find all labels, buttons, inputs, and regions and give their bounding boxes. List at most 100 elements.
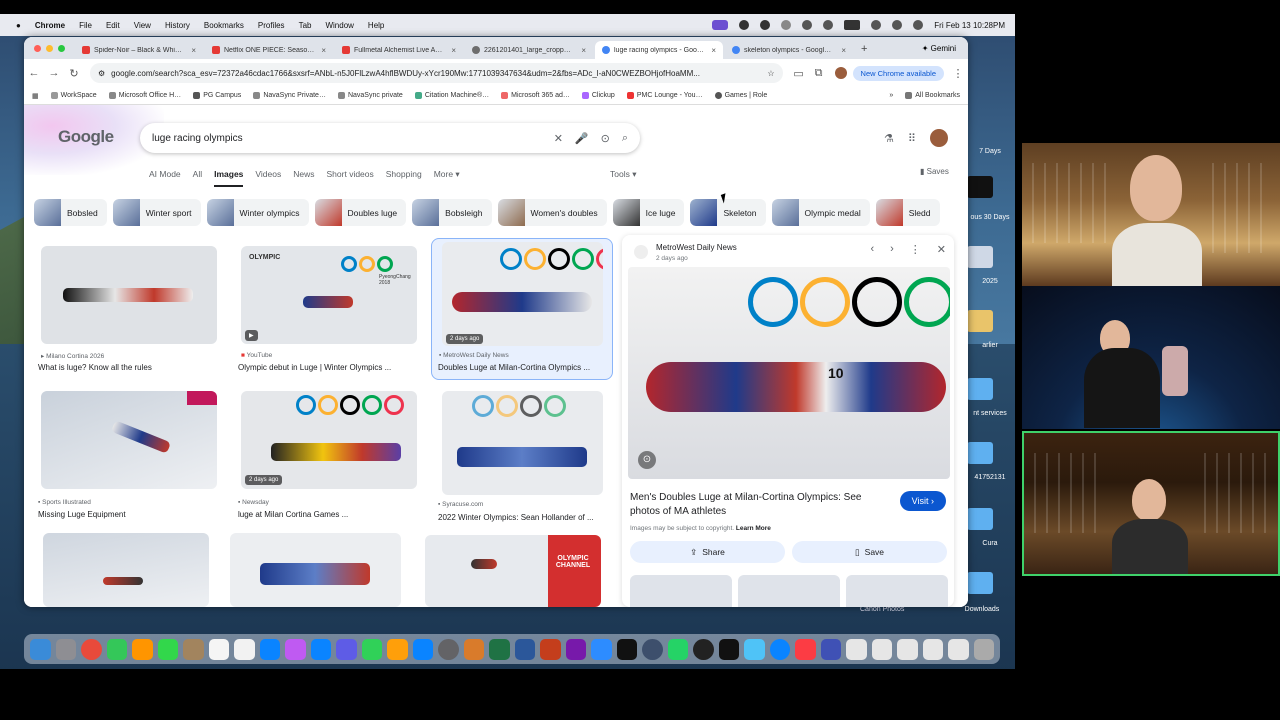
tab-image-file[interactable]: 2261201401_large_cropp… ×: [465, 41, 593, 59]
result-title[interactable]: 2022 Winter Olympics: Sean Hollander of …: [438, 513, 618, 522]
app-store-icon[interactable]: [412, 638, 433, 660]
menu-profiles[interactable]: Profiles: [258, 21, 285, 30]
tab-fullmetal[interactable]: Fullmetal Alchemist Live A… ×: [335, 41, 463, 59]
related-image[interactable]: [738, 575, 840, 607]
messages-icon[interactable]: [106, 638, 127, 660]
pages-icon[interactable]: [387, 638, 408, 660]
tools-button[interactable]: Tools ▾: [610, 169, 636, 180]
finder-icon[interactable]: [30, 638, 51, 660]
moon-icon[interactable]: [781, 20, 792, 30]
result-source[interactable]: ▪ MetroWest Daily News: [439, 352, 509, 359]
chatgpt-dock-icon[interactable]: [693, 638, 714, 660]
photos-icon[interactable]: [132, 638, 153, 660]
chatgpt-icon[interactable]: [760, 20, 771, 30]
reload-icon[interactable]: ↻: [64, 67, 84, 80]
tab-skeleton-search[interactable]: skeleton olympics - Googl… ×: [725, 41, 853, 59]
menu-tab[interactable]: Tab: [299, 21, 312, 30]
result-source[interactable]: ▪ Newsday: [238, 499, 269, 506]
desktop-label[interactable]: 41752131: [965, 474, 1015, 481]
system-icon[interactable]: [769, 638, 790, 660]
new-tab-button[interactable]: +: [855, 39, 873, 59]
chip-doubles-luge[interactable]: Doubles luge: [314, 199, 407, 226]
related-image[interactable]: [846, 575, 948, 607]
learn-more-link[interactable]: Learn More: [736, 525, 771, 532]
folder-icon[interactable]: [967, 508, 993, 530]
screen-share-icon[interactable]: [712, 20, 729, 30]
books-icon[interactable]: [463, 638, 484, 660]
close-tab-icon[interactable]: ×: [191, 46, 196, 55]
apple-icon[interactable]: ●: [16, 21, 21, 30]
podcasts-icon[interactable]: [285, 638, 306, 660]
result-image[interactable]: [230, 533, 401, 607]
tab-spider-noir[interactable]: Spider-Noir – Black & Whi… ×: [75, 41, 203, 59]
recent-document-icon[interactable]: [846, 638, 867, 660]
bookmark-citation-machine[interactable]: Citation Machine®…: [414, 92, 489, 99]
battery-icon[interactable]: [844, 20, 861, 30]
excel-icon[interactable]: [489, 638, 510, 660]
bookmark-office[interactable]: Microsoft Office H…: [108, 92, 181, 99]
result-image[interactable]: OLYMPIC PyeongChang 2018 ▶: [241, 246, 417, 344]
search-box[interactable]: luge racing olympics ✕ 🎤 ⊙ ⌕: [140, 123, 640, 153]
previous-image-icon[interactable]: ‹: [870, 243, 874, 256]
close-preview-icon[interactable]: ✕: [937, 243, 946, 256]
more-options-icon[interactable]: ⋮: [910, 243, 921, 256]
play-icon[interactable]: [823, 20, 834, 30]
chip-bobsled[interactable]: Bobsled: [34, 199, 107, 226]
numbers-icon[interactable]: [361, 638, 382, 660]
tab-all[interactable]: All: [193, 169, 202, 187]
result-image[interactable]: [43, 533, 209, 607]
close-tab-icon[interactable]: ×: [451, 46, 456, 55]
preview-source[interactable]: MetroWest Daily News: [656, 243, 737, 252]
result-image[interactable]: [41, 246, 217, 344]
participant-video-active-speaker[interactable]: [1022, 431, 1280, 576]
tab-ai-mode[interactable]: AI Mode: [149, 169, 181, 187]
safari-icon[interactable]: [642, 638, 663, 660]
minimize-window-button[interactable]: [46, 44, 53, 52]
bookmark-games-role[interactable]: Games | Role: [714, 92, 767, 99]
labs-flask-icon[interactable]: ⚗: [884, 132, 894, 145]
settings-icon[interactable]: [438, 638, 459, 660]
desktop-label[interactable]: 7 Days: [965, 148, 1015, 155]
close-tab-icon[interactable]: ×: [581, 46, 586, 55]
result-title[interactable]: Missing Luge Equipment: [38, 510, 218, 519]
clear-search-icon[interactable]: ✕: [554, 132, 563, 145]
menu-bookmarks[interactable]: Bookmarks: [204, 21, 244, 30]
chip-womens-doubles[interactable]: Women's doubles: [497, 199, 607, 226]
desktop-label[interactable]: ous 30 Days: [965, 214, 1015, 221]
desktop-file-icon[interactable]: [967, 310, 993, 332]
all-bookmarks-button[interactable]: All Bookmarks: [905, 92, 968, 99]
more-bookmarks-icon[interactable]: »: [889, 92, 893, 99]
grid-app-icon[interactable]: [820, 638, 841, 660]
tab-news[interactable]: News: [293, 169, 314, 187]
result-image[interactable]: 2 days ago: [241, 391, 417, 489]
close-window-button[interactable]: [34, 44, 41, 52]
search-input[interactable]: luge racing olympics: [152, 133, 542, 144]
menubar-app-name[interactable]: Chrome: [35, 21, 65, 30]
participant-video[interactable]: [1022, 286, 1280, 429]
facetime-icon[interactable]: [157, 638, 178, 660]
imovie-icon[interactable]: [336, 638, 357, 660]
result-title[interactable]: luge at Milan Cortina Games ...: [238, 510, 418, 519]
menubar-clock[interactable]: Fri Feb 13 10:28PM: [934, 21, 1005, 30]
desktop-label[interactable]: 2025: [965, 278, 1015, 285]
chip-skeleton[interactable]: Skeleton: [690, 199, 766, 226]
result-title[interactable]: What is luge? Know all the rules: [38, 363, 218, 372]
bookmark-pmc-lounge[interactable]: PMC Lounge - You…: [626, 92, 703, 99]
result-image-selected[interactable]: 2 days ago: [442, 242, 603, 346]
bookmark-workspace[interactable]: WorkSpace: [50, 92, 97, 99]
lens-search-icon[interactable]: ⊙: [638, 451, 656, 469]
google-logo[interactable]: Google: [58, 127, 114, 147]
control-center-icon[interactable]: [913, 20, 924, 30]
share-button[interactable]: ⇪ Share: [630, 541, 785, 563]
music-icon[interactable]: [795, 638, 816, 660]
whatsapp-icon[interactable]: [667, 638, 688, 660]
related-image[interactable]: [630, 575, 732, 607]
save-button[interactable]: ▯ Save: [792, 541, 947, 563]
result-image[interactable]: [442, 391, 603, 495]
participant-video[interactable]: [1022, 143, 1280, 286]
menu-help[interactable]: Help: [368, 21, 384, 30]
tab-images[interactable]: Images: [214, 169, 244, 187]
result-image[interactable]: [41, 391, 217, 489]
maximize-window-button[interactable]: [58, 44, 65, 52]
menu-view[interactable]: View: [134, 21, 151, 30]
